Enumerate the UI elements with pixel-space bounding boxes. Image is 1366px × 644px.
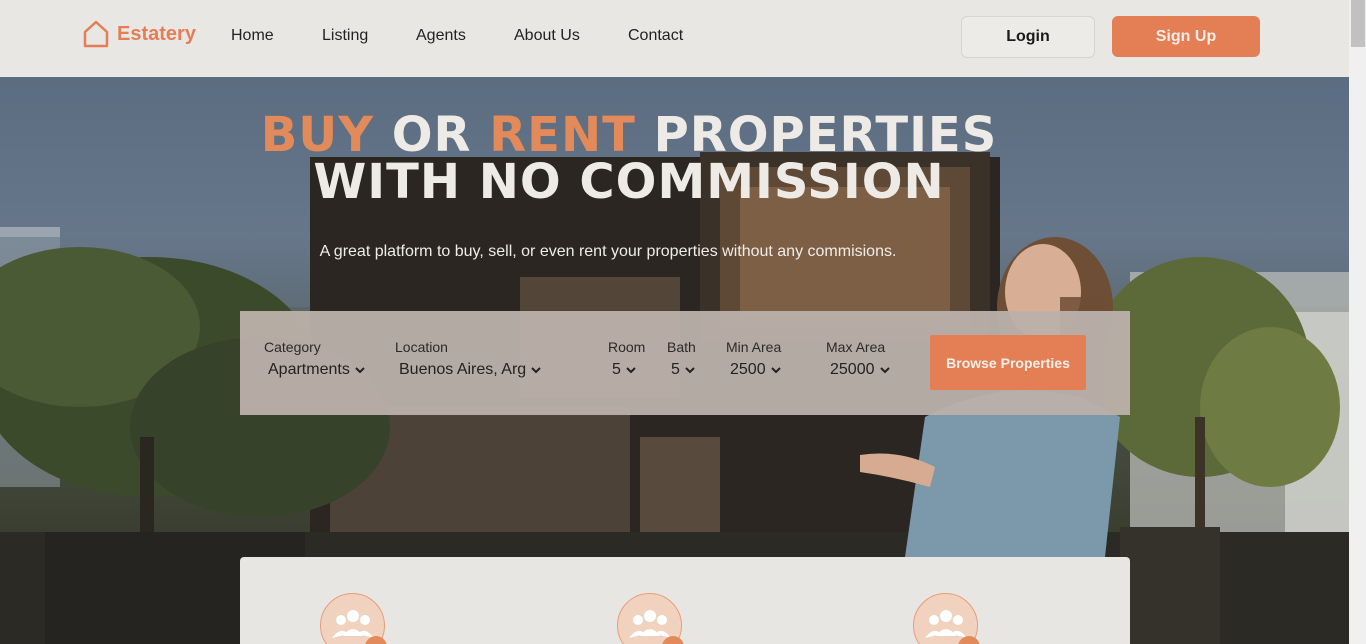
min-area-select[interactable]: 2500 xyxy=(730,361,782,379)
nav-home[interactable]: Home xyxy=(231,27,274,45)
chevron-down-icon xyxy=(770,367,781,374)
nav-agents[interactable]: Agents xyxy=(416,27,466,45)
location-value: Buenos Aires, Arg xyxy=(399,361,527,378)
brand-name: Estatery xyxy=(117,22,196,45)
location-label: Location xyxy=(395,339,448,355)
room-select[interactable]: 5 xyxy=(612,361,637,379)
scrollbar-thumb[interactable] xyxy=(1351,0,1365,47)
min-area-label: Min Area xyxy=(726,339,782,355)
signup-button[interactable]: Sign Up xyxy=(1112,16,1260,57)
browse-properties-button[interactable]: Browse Properties xyxy=(930,335,1086,390)
location-select[interactable]: Buenos Aires, Arg xyxy=(399,361,542,379)
search-panel: Category Apartments Location Buenos Aire… xyxy=(240,311,1130,415)
room-label: Room xyxy=(608,339,646,355)
max-area-select[interactable]: 25000 xyxy=(830,361,891,379)
login-button[interactable]: Login xyxy=(961,16,1095,58)
hero-headline-line1: BUY OR RENT PROPERTIES xyxy=(0,111,1258,159)
features-card xyxy=(240,557,1130,644)
bath-value: 5 xyxy=(671,361,680,378)
chevron-down-icon xyxy=(355,367,365,374)
max-area-label: Max Area xyxy=(826,339,886,355)
feature-icon-2 xyxy=(617,593,684,644)
nav-contact[interactable]: Contact xyxy=(628,27,683,45)
chevron-down-icon xyxy=(531,367,541,374)
brand-logo[interactable]: Estatery xyxy=(83,20,196,48)
bath-select[interactable]: 5 xyxy=(671,361,696,379)
nav-about-us[interactable]: About Us xyxy=(514,27,580,45)
navbar: Estatery Home Listing Agents About Us Co… xyxy=(0,0,1349,77)
bath-label: Bath xyxy=(667,339,696,355)
hero-subtitle: A great platform to buy, sell, or even r… xyxy=(319,243,897,260)
hero-headline-line2: WITH NO COMMISSION xyxy=(313,154,945,210)
feature-icon-1 xyxy=(320,593,387,644)
category-select[interactable]: Apartments xyxy=(268,361,366,379)
chevron-down-icon xyxy=(685,367,695,374)
chevron-down-icon xyxy=(879,367,890,374)
nav-listing[interactable]: Listing xyxy=(322,27,368,45)
category-label: Category xyxy=(264,339,321,355)
min-area-value: 2500 xyxy=(730,361,766,378)
feature-icon-3 xyxy=(913,593,980,644)
page-scrollbar[interactable] xyxy=(1349,0,1366,644)
house-outline-icon xyxy=(83,20,109,48)
chevron-down-icon xyxy=(626,367,636,374)
category-value: Apartments xyxy=(268,361,350,378)
max-area-value: 25000 xyxy=(830,361,875,378)
room-value: 5 xyxy=(612,361,621,378)
